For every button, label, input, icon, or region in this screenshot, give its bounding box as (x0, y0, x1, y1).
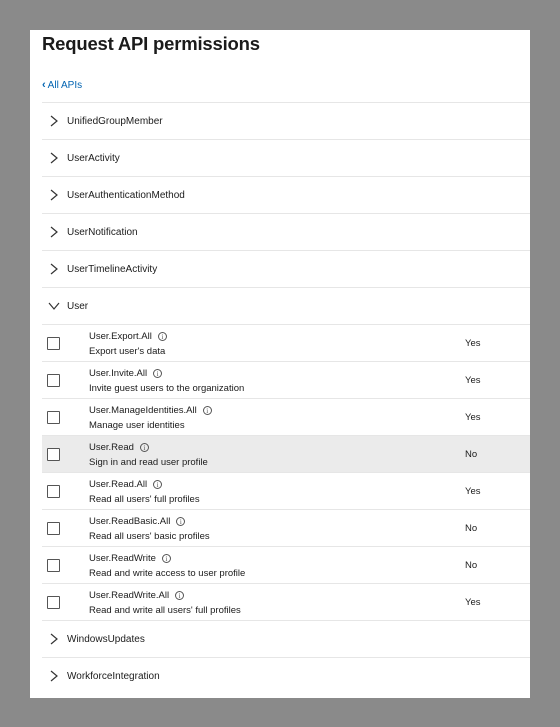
permission-row-user-manageidentities-all: User.ManageIdentities.All i Manage user i… (42, 398, 530, 435)
group-row-usernotification[interactable]: UserNotification (42, 213, 530, 250)
permission-name: User.Read (89, 442, 134, 453)
permission-checkbox[interactable] (47, 373, 60, 387)
request-api-permissions-panel: Request API permissions ‹ All APIs Unifi… (30, 30, 530, 698)
admin-consent-value: Yes (465, 337, 481, 349)
permission-name: User.Export.All (89, 331, 152, 342)
info-icon[interactable]: i (157, 332, 167, 341)
chevron-right-icon (48, 152, 60, 164)
chevron-right-icon (48, 670, 60, 682)
chevron-down-icon (48, 300, 60, 312)
group-label: UserTimelineActivity (67, 263, 158, 275)
info-icon[interactable]: i (175, 591, 185, 600)
permission-name: User.Invite.All (89, 368, 148, 379)
group-label: UserAuthenticationMethod (67, 189, 185, 201)
permission-description: Export user's data (89, 346, 166, 357)
admin-consent-value: No (465, 559, 478, 571)
info-icon[interactable]: i (202, 406, 212, 415)
all-apis-label: All APIs (47, 80, 83, 91)
permission-row-user-readwrite: User.ReadWrite i Read and write access to… (42, 546, 530, 583)
group-label: WindowsUpdates (67, 633, 145, 645)
permission-name: User.Read.All (89, 479, 148, 490)
permission-description: Manage user identities (89, 420, 185, 431)
group-row-usertimelineactivity[interactable]: UserTimelineActivity (42, 250, 530, 287)
permission-description: Sign in and read user profile (89, 457, 208, 468)
chevron-right-icon (48, 633, 60, 645)
admin-consent-value: Yes (465, 411, 481, 423)
info-icon[interactable]: i (153, 480, 163, 489)
permission-name: User.ReadBasic.All (89, 516, 171, 527)
chevron-right-icon (48, 115, 60, 127)
group-row-workforceintegration[interactable]: WorkforceIntegration (42, 657, 530, 694)
chevron-right-icon (48, 189, 60, 201)
info-icon[interactable]: i (176, 517, 186, 526)
permission-checkbox[interactable] (47, 558, 60, 572)
group-row-unifiedgroupmember[interactable]: UnifiedGroupMember (42, 102, 530, 139)
group-row-windowsupdates[interactable]: WindowsUpdates (42, 620, 530, 657)
info-icon[interactable]: i (153, 369, 163, 378)
admin-consent-value: Yes (465, 374, 481, 386)
permission-name: User.ManageIdentities.All (89, 405, 197, 416)
chevron-right-icon (48, 226, 60, 238)
permission-row-user-readwrite-all: User.ReadWrite.All i Read and write all u… (42, 583, 530, 620)
group-row-user[interactable]: User (42, 287, 530, 324)
permission-checkbox[interactable] (47, 336, 60, 350)
permission-description: Read all users' full profiles (89, 494, 200, 505)
page-title: Request API permissions (42, 33, 260, 54)
group-label: UserActivity (67, 152, 120, 164)
permission-name: User.ReadWrite.All (89, 590, 170, 601)
permission-row-user-invite-all: User.Invite.All i Invite guest users to t… (42, 361, 530, 398)
chevron-right-icon (48, 263, 60, 275)
admin-consent-value: Yes (465, 596, 481, 608)
group-label: User (67, 300, 89, 312)
admin-consent-value: No (465, 448, 478, 460)
group-label: UnifiedGroupMember (67, 115, 163, 127)
group-row-useractivity[interactable]: UserActivity (42, 139, 530, 176)
permission-description: Read and write all users' full profiles (89, 605, 241, 616)
permission-checkbox[interactable] (47, 447, 60, 461)
permission-description: Invite guest users to the organization (89, 383, 245, 394)
all-apis-link[interactable]: ‹ All APIs (42, 79, 83, 92)
permission-row-user-readbasic-all: User.ReadBasic.All i Read all users' basi… (42, 509, 530, 546)
group-label: WorkforceIntegration (67, 670, 160, 682)
info-icon[interactable]: i (161, 554, 171, 563)
permission-row-user-read: User.Read i Sign in and read user profile… (42, 435, 530, 472)
permission-description: Read all users' basic profiles (89, 531, 210, 542)
admin-consent-value: Yes (465, 485, 481, 497)
permission-row-user-read-all: User.Read.All i Read all users' full prof… (42, 472, 530, 509)
api-permission-list: UnifiedGroupMember UserActivity UserAuth… (42, 102, 530, 694)
permission-checkbox[interactable] (47, 521, 60, 535)
permission-description: Read and write access to user profile (89, 568, 246, 579)
group-row-userauthenticationmethod[interactable]: UserAuthenticationMethod (42, 176, 530, 213)
chevron-left-icon: ‹ (42, 79, 46, 91)
permission-name: User.ReadWrite (89, 553, 156, 564)
permission-checkbox[interactable] (47, 484, 60, 498)
permission-checkbox[interactable] (47, 595, 60, 609)
admin-consent-value: No (465, 522, 478, 534)
group-label: UserNotification (67, 226, 138, 238)
info-icon[interactable]: i (139, 443, 149, 452)
permission-row-user-export-all: User.Export.All i Export user's data Yes (42, 324, 530, 361)
permission-checkbox[interactable] (47, 410, 60, 424)
